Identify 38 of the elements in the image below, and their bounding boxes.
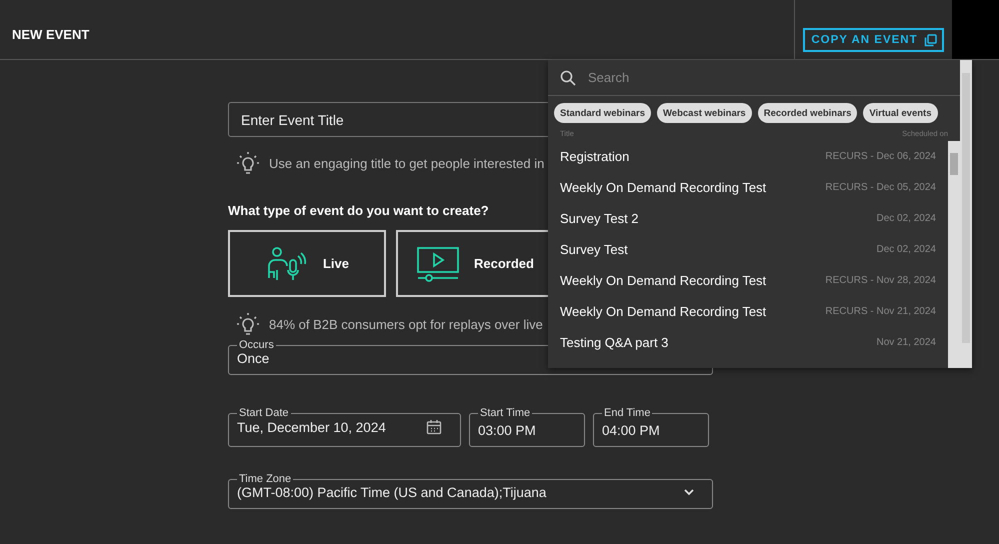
video-player-icon [416,246,460,282]
end-time-field[interactable]: End Time 04:00 PM [593,407,709,447]
filter-chip[interactable]: Virtual events [863,103,938,123]
empty-side-panel [952,0,999,59]
event-date: Dec 02, 2024 [876,244,936,255]
filter-chip[interactable]: Recorded webinars [758,103,858,123]
calendar-icon [426,419,442,435]
chevron-down-icon [684,489,694,496]
hint-text: Use an engaging title to get people interested in [269,156,544,170]
event-date: RECURS - Dec 05, 2024 [825,182,936,193]
event-title[interactable]: Weekly On Demand Recording Test [560,304,766,319]
lightbulb-icon [235,311,261,337]
event-title[interactable]: Survey Test 2 [560,211,639,226]
event-type-card[interactable]: Live [228,230,386,297]
lightbulb-icon [235,150,261,176]
event-date: RECURS - Nov 28, 2024 [825,275,936,286]
event-date: Nov 21, 2024 [876,337,936,348]
copy-icon [924,34,937,46]
filter-chip[interactable]: Webcast webinars [657,103,752,123]
event-title[interactable]: Survey Test [560,242,628,257]
event-date: Dec 02, 2024 [876,213,936,224]
filter-chip[interactable]: Standard webinars [554,103,651,123]
event-date: RECURS - Dec 06, 2024 [825,151,936,162]
hint-text: 84% of B2B consumers opt for replays over live [269,316,543,332]
copy-event-button[interactable]: COPY AN EVENT [803,28,944,52]
event-title[interactable]: Weekly On Demand Recording Test [560,273,766,288]
list-scrollbar[interactable] [948,141,960,368]
start-time-field[interactable]: Start Time 03:00 PM [469,407,585,447]
search-icon [560,70,576,86]
page-title: NEW EVENT [11,26,90,44]
start-date-field[interactable]: Start Date Tue, December 10, 2024 [228,407,461,447]
event-date: RECURS - Nov 21, 2024 [825,306,936,317]
time-zone-dropdown[interactable]: Time Zone (GMT-08:00) Pacific Time (US and Canada);Tijuana [228,473,713,509]
search-field[interactable]: Search [586,69,948,86]
event-title[interactable]: Weekly On Demand Recording Test [560,180,766,195]
event-title[interactable]: Registration [560,149,630,164]
dropdown-scrollbar[interactable] [960,60,972,368]
event-type-question: What type of event do you want to create? [228,203,490,218]
